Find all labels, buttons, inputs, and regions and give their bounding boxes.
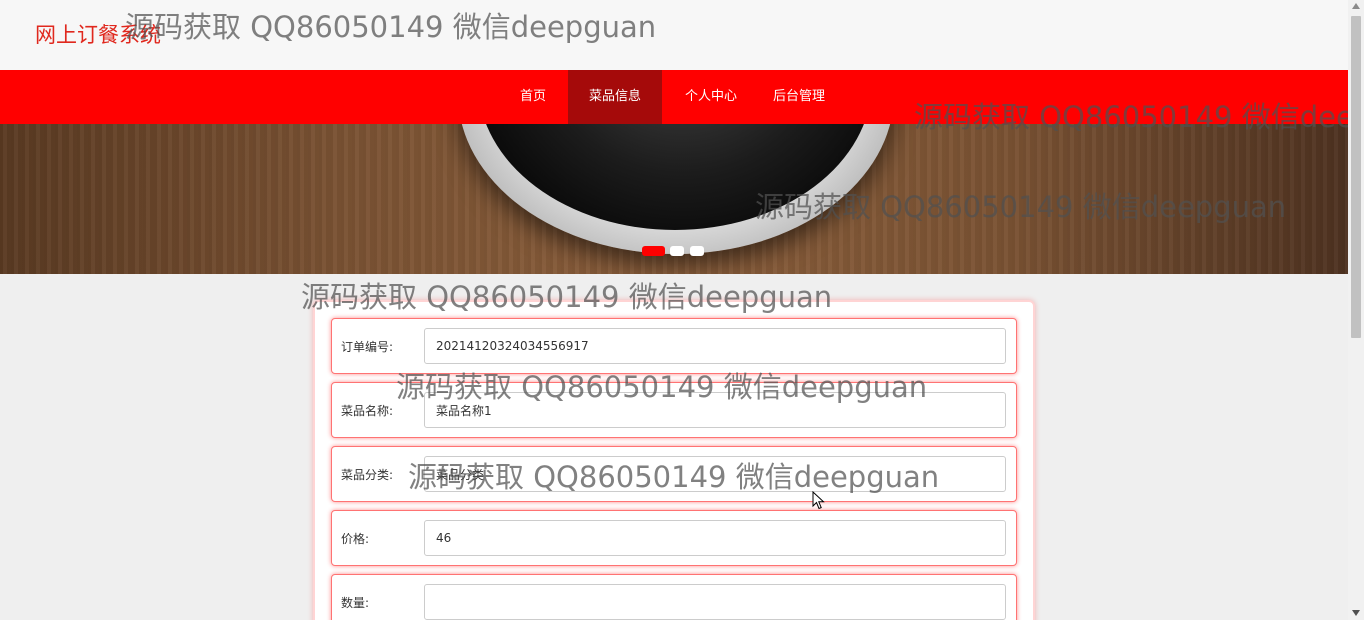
price-input[interactable]	[424, 520, 1006, 556]
scrollbar-thumb[interactable]	[1351, 16, 1361, 338]
dish-category-input[interactable]	[424, 456, 1006, 492]
order-number-label: 订单编号:	[341, 340, 394, 354]
form-row-dish-category: 菜品分类:	[331, 446, 1017, 502]
dish-category-label: 菜品分类:	[341, 468, 394, 482]
quantity-label: 数量:	[341, 596, 370, 610]
mouse-cursor-icon	[812, 491, 825, 510]
banner-carousel[interactable]	[0, 124, 1348, 274]
form-row-order-number: 订单编号:	[331, 318, 1017, 374]
form-row-price: 价格:	[331, 510, 1017, 566]
nav-item-admin[interactable]: 后台管理	[760, 70, 838, 124]
main-nav: 首页 菜品信息 个人中心 后台管理	[0, 70, 1348, 124]
quantity-input[interactable]	[424, 584, 1006, 620]
form-row-dish-name: 菜品名称:	[331, 382, 1017, 438]
scroll-down-arrow-icon[interactable]	[1352, 610, 1360, 616]
form-row-quantity: 数量:	[331, 574, 1017, 620]
price-label: 价格:	[341, 532, 370, 546]
order-number-input[interactable]	[424, 328, 1006, 364]
nav-item-profile[interactable]: 个人中心	[673, 70, 749, 124]
vertical-scrollbar[interactable]	[1348, 0, 1364, 620]
nav-item-home[interactable]: 首页	[503, 70, 563, 124]
top-header: 网上订餐系统	[0, 0, 1348, 70]
site-title[interactable]: 网上订餐系统	[35, 19, 161, 49]
carousel-dot-1[interactable]	[642, 246, 665, 256]
dish-name-input[interactable]	[424, 392, 1006, 428]
nav-item-dish-info[interactable]: 菜品信息	[568, 70, 662, 124]
carousel-dot-2[interactable]	[670, 246, 684, 256]
dish-name-label: 菜品名称:	[341, 404, 394, 418]
carousel-dot-3[interactable]	[690, 246, 704, 256]
scroll-up-arrow-icon[interactable]	[1352, 3, 1360, 9]
